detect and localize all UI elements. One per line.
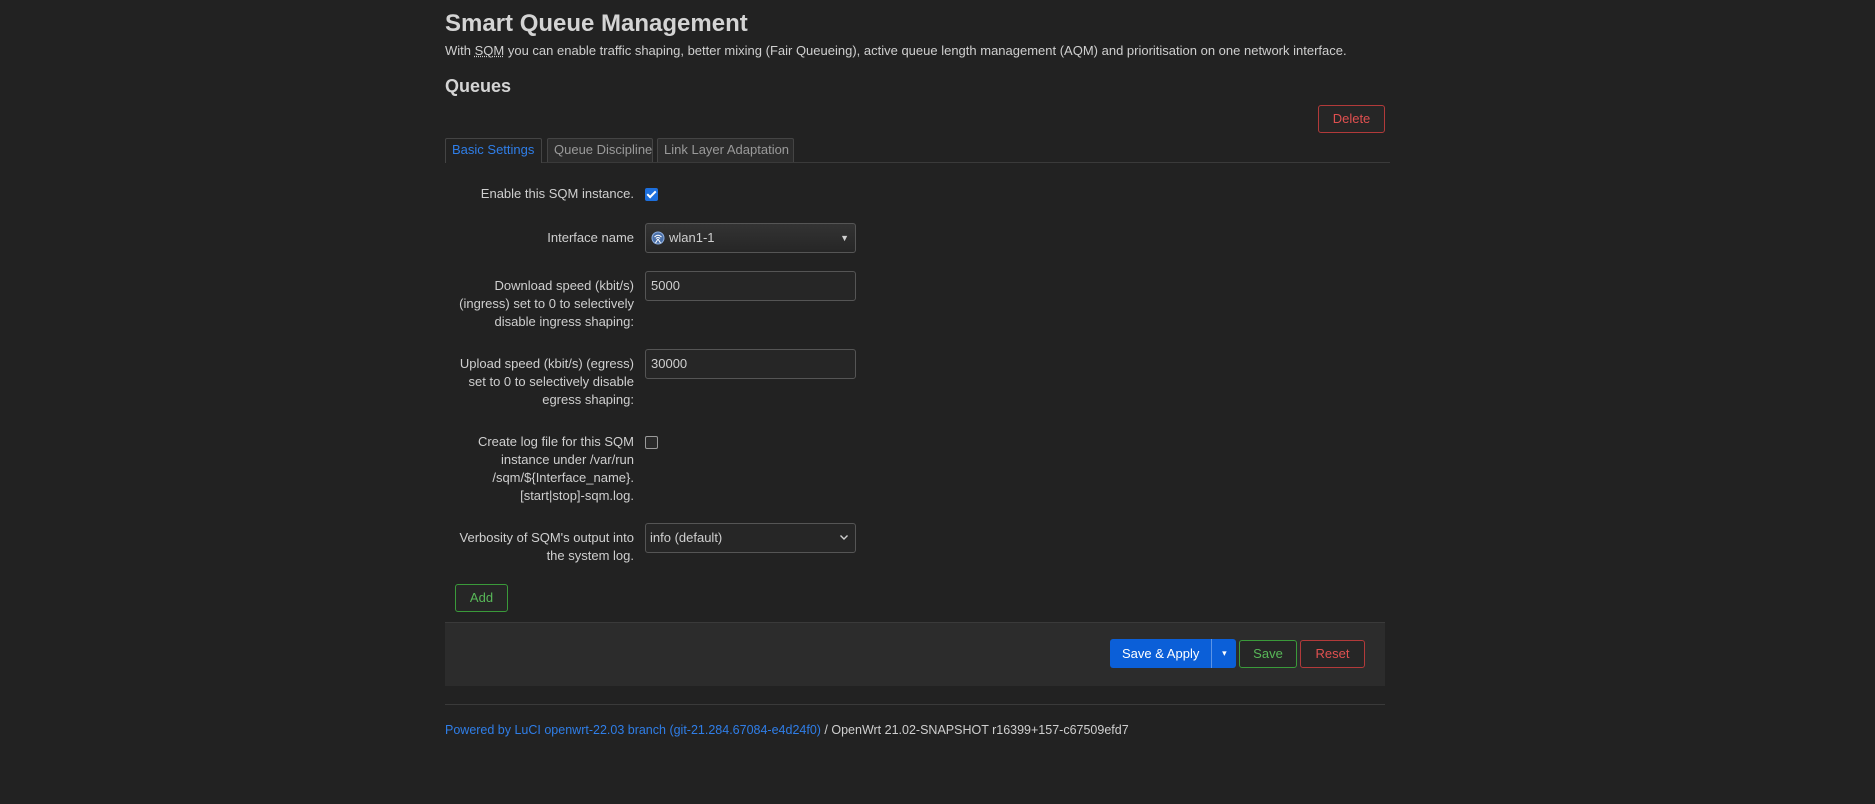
openwrt-version: / OpenWrt 21.02-SNAPSHOT r16399+157-c675… <box>820 723 1129 737</box>
upload-field: 30000 <box>645 349 856 379</box>
enable-field <box>645 188 658 201</box>
chevron-down-icon: ▼ <box>840 233 849 243</box>
download-speed-input[interactable]: 5000 <box>645 271 856 301</box>
page-title: Smart Queue Management <box>445 10 748 37</box>
verbosity-label: Verbosity of SQM's output into the syste… <box>459 530 634 563</box>
save-apply-dropdown-toggle[interactable]: ▾ <box>1211 639 1237 668</box>
description-suffix: you can enable traffic shaping, better m… <box>504 43 1347 58</box>
verbosity-value: info (default) <box>650 530 723 545</box>
logfile-field <box>645 436 658 449</box>
verbosity-field: info (default) <box>645 523 856 553</box>
interface-field: wlan1-1 ▼ <box>645 223 856 253</box>
tab-basic-settings[interactable]: Basic Settings <box>445 138 542 163</box>
luci-powered-by-link[interactable]: Powered by LuCI openwrt-22.03 branch (gi… <box>445 723 821 737</box>
description-prefix: With <box>445 43 475 58</box>
page-actions-bar: Save & Apply ▾ Save Reset <box>445 622 1385 686</box>
tab-queue-discipline[interactable]: Queue Discipline <box>547 138 653 162</box>
enable-checkbox[interactable] <box>645 188 658 201</box>
interface-dropdown[interactable]: wlan1-1 ▼ <box>645 223 856 253</box>
save-button[interactable]: Save <box>1239 640 1297 668</box>
chevron-down-icon <box>840 535 848 540</box>
download-field: 5000 <box>645 271 856 301</box>
wireless-interface-icon <box>651 231 665 245</box>
tab-bar: Basic Settings Queue Discipline Link Lay… <box>445 138 1390 163</box>
sqm-abbreviation: SQM <box>474 43 505 58</box>
interface-value: wlan1-1 <box>669 230 715 245</box>
upload-label: Upload speed (kbit/s) (egress) set to 0 … <box>459 356 634 407</box>
delete-button[interactable]: Delete <box>1318 105 1385 133</box>
footer-divider <box>445 704 1385 705</box>
enable-label: Enable this SQM instance. <box>480 186 634 201</box>
save-apply-button[interactable]: Save & Apply <box>1110 639 1212 668</box>
add-button[interactable]: Add <box>455 584 508 612</box>
footer: Powered by LuCI openwrt-22.03 branch (gi… <box>445 723 1129 737</box>
interface-label: Interface name <box>547 230 634 245</box>
section-title: Queues <box>445 76 512 96</box>
verbosity-select[interactable]: info (default) <box>645 523 856 553</box>
page-description: With SQM you can enable traffic shaping,… <box>445 43 1347 58</box>
save-apply-group: Save & Apply ▾ <box>1110 639 1237 668</box>
logfile-label: Create log file for this SQM instance un… <box>477 434 634 503</box>
reset-button[interactable]: Reset <box>1300 640 1365 668</box>
upload-speed-input[interactable]: 30000 <box>645 349 856 379</box>
logfile-checkbox[interactable] <box>645 436 658 449</box>
download-label: Download speed (kbit/s) (ingress) set to… <box>459 278 634 329</box>
tab-link-layer-adaptation[interactable]: Link Layer Adaptation <box>657 138 794 162</box>
